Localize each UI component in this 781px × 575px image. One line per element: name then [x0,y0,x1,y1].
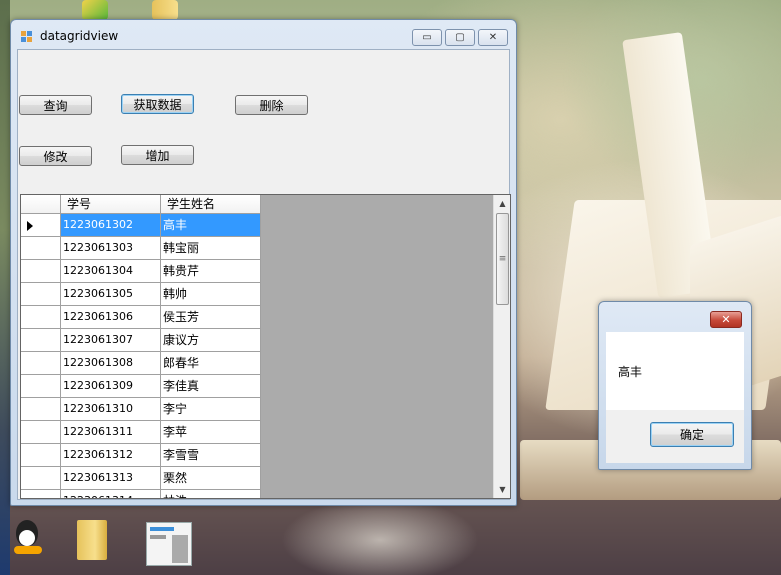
row-header[interactable] [21,214,61,237]
cell-student-name[interactable]: 郎春华 [161,352,261,375]
folder-icon[interactable] [77,520,107,560]
cell-student-name[interactable]: 李苹 [161,421,261,444]
app-icon [21,31,33,43]
scroll-down-icon[interactable]: ▼ [494,481,510,498]
close-button[interactable]: ✕ [478,29,508,46]
cell-student-name[interactable]: 侯玉芳 [161,306,261,329]
edit-button[interactable]: 修改 [19,146,92,166]
title-bar[interactable]: datagridview ▭ ▢ ✕ [11,20,516,50]
table-row[interactable]: 1223061312 李雪雪 [21,444,261,467]
row-header[interactable] [21,237,61,260]
column-header-student-id[interactable]: 学号 [61,195,161,214]
column-header-student-name[interactable]: 学生姓名 [161,195,261,214]
minimize-button[interactable]: ▭ [412,29,442,46]
scroll-thumb[interactable]: ≡ [496,213,509,305]
grid-header: 学号 学生姓名 [21,195,261,214]
row-header[interactable] [21,444,61,467]
table-row[interactable]: 1223061309 李佳真 [21,375,261,398]
main-window: datagridview ▭ ▢ ✕ 查询 获取数据 删除 修改 增加 学号 学… [10,19,517,506]
delete-button[interactable]: 删除 [235,95,308,115]
cell-student-id[interactable]: 1223061314 [61,490,161,498]
table-row[interactable]: 1223061302 高丰 [21,214,261,237]
maximize-icon: ▢ [455,32,465,43]
cell-student-name[interactable]: 李宁 [161,398,261,421]
student-datagrid[interactable]: 学号 学生姓名 1223061302 高丰 1223061303 韩宝丽 1223061… [20,194,511,499]
row-header[interactable] [21,375,61,398]
cell-student-id[interactable]: 1223061310 [61,398,161,421]
cell-student-name[interactable]: 李佳真 [161,375,261,398]
table-row[interactable]: 1223061313 栗然 [21,467,261,490]
close-icon: ✕ [721,313,731,326]
row-header[interactable] [21,421,61,444]
table-row[interactable]: 1223061306 侯玉芳 [21,306,261,329]
cell-student-name[interactable]: 高丰 [161,214,261,237]
row-header[interactable] [21,260,61,283]
messagebox-body: 高丰 [606,332,744,410]
cell-student-id[interactable]: 1223061302 [61,214,161,237]
ok-button[interactable]: 确定 [650,422,734,447]
table-row[interactable]: 1223061314林浩 [21,490,261,498]
row-header-corner[interactable] [21,195,61,214]
messagebox-footer: 确定 [606,410,744,463]
qq-icon[interactable] [8,520,44,560]
cell-student-id[interactable]: 1223061303 [61,237,161,260]
window-title: datagridview [40,29,119,43]
cell-student-name[interactable]: 韩宝丽 [161,237,261,260]
cell-student-id[interactable]: 1223061306 [61,306,161,329]
table-row[interactable]: 1223061303 韩宝丽 [21,237,261,260]
cell-student-id[interactable]: 1223061312 [61,444,161,467]
table-row[interactable]: 1223061310 李宁 [21,398,261,421]
add-button[interactable]: 增加 [121,145,194,165]
app-shortcut-icon[interactable] [146,522,192,566]
row-header[interactable] [21,283,61,306]
messagebox-close-button[interactable]: ✕ [710,311,742,328]
minimize-icon: ▭ [422,32,432,43]
maximize-button[interactable]: ▢ [445,29,475,46]
cell-student-id[interactable]: 1223061309 [61,375,161,398]
query-button[interactable]: 查询 [19,95,92,115]
cell-student-name[interactable]: 康议方 [161,329,261,352]
grid-vertical-scrollbar[interactable]: ▲ ≡ ▼ [493,195,510,498]
row-header[interactable] [21,329,61,352]
cell-student-name[interactable]: 林浩 [161,490,261,498]
row-header[interactable] [21,398,61,421]
fetch-data-button[interactable]: 获取数据 [121,94,194,114]
scroll-up-icon[interactable]: ▲ [494,195,510,212]
message-box: ✕ 高丰 确定 [598,301,752,470]
current-row-arrow-icon [27,221,33,231]
desktop-app-icon[interactable] [82,0,108,20]
cell-student-name[interactable]: 韩贵芹 [161,260,261,283]
cell-student-name[interactable]: 李雪雪 [161,444,261,467]
grid-rows: 1223061302 高丰 1223061303 韩宝丽 1223061304 韩贵芹 12… [21,214,261,498]
cell-student-id[interactable]: 1223061304 [61,260,161,283]
row-header[interactable] [21,352,61,375]
cell-student-id[interactable]: 1223061313 [61,467,161,490]
messagebox-text: 高丰 [618,365,643,379]
desktop-left-edge [0,0,10,575]
table-row[interactable]: 1223061307 康议方 [21,329,261,352]
desktop-folder-icon[interactable] [152,0,178,20]
table-row[interactable]: 1223061311 李苹 [21,421,261,444]
cell-student-id[interactable]: 1223061311 [61,421,161,444]
table-row[interactable]: 1223061308 郎春华 [21,352,261,375]
table-row[interactable]: 1223061305 韩帅 [21,283,261,306]
cell-student-id[interactable]: 1223061308 [61,352,161,375]
form-client-area: 查询 获取数据 删除 修改 增加 学号 学生姓名 1223061302 高丰 122… [17,49,511,500]
cell-student-id[interactable]: 1223061307 [61,329,161,352]
close-icon: ✕ [488,32,498,43]
cell-student-name[interactable]: 韩帅 [161,283,261,306]
row-header[interactable] [21,306,61,329]
table-row[interactable]: 1223061304 韩贵芹 [21,260,261,283]
cell-student-id[interactable]: 1223061305 [61,283,161,306]
row-header[interactable] [21,467,61,490]
row-header[interactable] [21,490,61,498]
cell-student-name[interactable]: 栗然 [161,467,261,490]
